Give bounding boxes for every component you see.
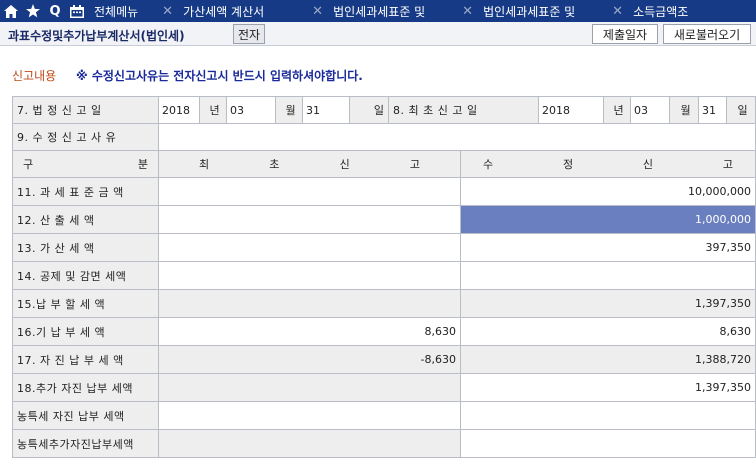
rural-tax-additional-amended[interactable] — [460, 429, 756, 458]
home-icon[interactable] — [0, 0, 22, 22]
year-unit-label-2: 년 — [603, 96, 631, 124]
additional-self-payment-amended[interactable]: 1,397,350 — [460, 373, 756, 402]
self-payment-tax-initial: -8,630 — [158, 345, 461, 374]
tax-base-initial[interactable] — [158, 177, 461, 206]
initial-filing-day-input[interactable]: 31 — [698, 96, 727, 124]
prepaid-tax-amended[interactable]: 8,630 — [460, 317, 756, 346]
rural-tax-additional-label: 농특세추가자진납부세액 — [12, 429, 159, 458]
close-icon[interactable]: ✕ — [312, 4, 323, 19]
star-icon[interactable] — [22, 0, 44, 22]
month-unit-label-2: 월 — [669, 96, 699, 124]
deduction-initial[interactable] — [158, 261, 461, 290]
tab-corp-tax-base-2[interactable]: ✕ 법인세과세표준 및 — [452, 3, 602, 20]
tab-corp-tax-base-1[interactable]: ✕ 법인세과세표준 및 — [302, 3, 452, 20]
calculated-tax-amended[interactable]: 1,000,000 — [460, 205, 756, 234]
deduction-amended[interactable] — [460, 261, 756, 290]
additional-self-payment-initial — [158, 373, 461, 402]
legal-filing-year-input[interactable]: 2018 — [158, 96, 200, 124]
submit-date-button[interactable]: 제출일자 — [592, 24, 658, 44]
page-title: 과표수정및추가납부계산서(법인세) — [8, 29, 185, 43]
penalty-tax-amended[interactable]: 397,350 — [460, 233, 756, 262]
self-payment-tax-label: 17. 자 진 납 부 세 액 — [12, 345, 159, 374]
calculated-tax-initial[interactable] — [158, 205, 461, 234]
year-unit-label: 년 — [199, 96, 227, 124]
tab-income-amount[interactable]: ✕ 소득금액조 — [602, 3, 752, 20]
calendar-icon[interactable] — [66, 0, 88, 22]
month-unit-label: 월 — [275, 96, 303, 124]
tab-penalty-tax[interactable]: ✕ 가산세액 계산서 — [152, 3, 302, 20]
day-unit-label: 일 — [349, 96, 389, 124]
legal-filing-month-input[interactable]: 03 — [226, 96, 276, 124]
prepaid-tax-initial[interactable]: 8,630 — [158, 317, 461, 346]
payable-tax-initial — [158, 289, 461, 318]
close-icon[interactable]: ✕ — [462, 4, 473, 19]
rural-tax-self-payment-initial[interactable] — [158, 401, 461, 430]
reload-button[interactable]: 새로불러오기 — [663, 24, 751, 44]
title-bar: 과표수정및추가납부계산서(법인세) 전자 제출일자 새로불러오기 — [0, 22, 756, 46]
penalty-tax-initial[interactable] — [158, 233, 461, 262]
payable-tax-label: 15.납 부 할 세 액 — [12, 289, 159, 318]
amendment-notice: ※ 수정신고사유는 전자신고시 반드시 입력하셔야합니다. — [76, 69, 363, 83]
top-nav-bar: Q 전체메뉴 ✕ 가산세액 계산서 ✕ 법인세과세표준 및 ✕ 법인세과세표준 및 ✕… — [0, 0, 756, 22]
calculated-tax-label: 12. 산 출 세 액 — [12, 205, 159, 234]
rural-tax-self-payment-label: 농특세 자진 납부 세액 — [12, 401, 159, 430]
amended-report-header: 수 정 신 고 — [460, 150, 756, 178]
additional-self-payment-label: 18.추가 자진 납부 세액 — [12, 373, 159, 402]
legal-filing-day-input[interactable]: 31 — [302, 96, 350, 124]
initial-filing-month-input[interactable]: 03 — [630, 96, 670, 124]
penalty-tax-label: 13. 가 산 세 액 — [12, 233, 159, 262]
legal-filing-date-label: 7. 법 정 신 고 일 — [12, 96, 159, 124]
close-icon[interactable]: ✕ — [162, 4, 173, 19]
rural-tax-self-payment-amended[interactable] — [460, 401, 756, 430]
report-content-label: 신고내용 — [12, 69, 57, 83]
self-payment-tax-amended: 1,388,720 — [460, 345, 756, 374]
deduction-label: 14. 공제 및 감면 세액 — [12, 261, 159, 290]
rural-tax-additional-initial — [158, 429, 461, 458]
tax-base-amended[interactable]: 10,000,000 — [460, 177, 756, 206]
amendment-reason-input[interactable] — [158, 123, 756, 151]
close-icon[interactable]: ✕ — [612, 4, 623, 19]
full-menu-link[interactable]: 전체메뉴 — [94, 3, 152, 20]
day-unit-label-2: 일 — [726, 96, 756, 124]
gubun-header: 구 분 — [12, 150, 159, 178]
initial-filing-year-input[interactable]: 2018 — [538, 96, 604, 124]
tax-base-label: 11. 과 세 표 준 금 액 — [12, 177, 159, 206]
amendment-reason-label: 9. 수 정 신 고 사 유 — [12, 123, 159, 151]
initial-filing-date-label: 8. 최 초 신 고 일 — [388, 96, 539, 124]
search-q-icon[interactable]: Q — [44, 0, 66, 22]
initial-report-header: 최 초 신 고 — [158, 150, 461, 178]
prepaid-tax-label: 16.기 납 부 세 액 — [12, 317, 159, 346]
electronic-button[interactable]: 전자 — [233, 24, 265, 44]
payable-tax-amended: 1,397,350 — [460, 289, 756, 318]
